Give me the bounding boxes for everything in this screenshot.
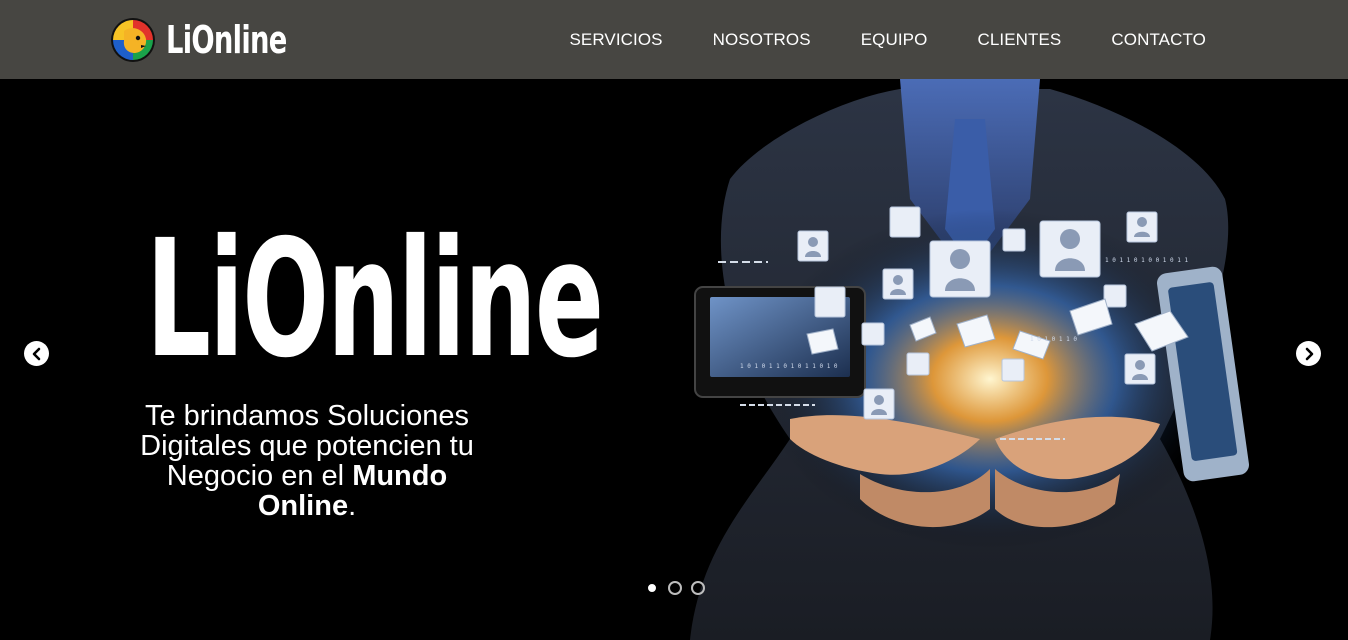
- slider-dot-3[interactable]: [691, 581, 705, 595]
- lion-head-logo-icon: [111, 18, 155, 62]
- slider-prev-button[interactable]: [24, 341, 49, 366]
- logo[interactable]: LiOnline: [110, 16, 333, 64]
- chevron-left-icon: [32, 347, 40, 360]
- svg-text:1 0 1 0 1 1 0 1 0 1 1 0 1 0: 1 0 1 0 1 1 0 1 0 1 1 0 1 0: [740, 363, 838, 370]
- chevron-right-icon: [1305, 347, 1313, 360]
- nav-item-nosotros[interactable]: NOSOTROS: [713, 30, 811, 50]
- hero-illustration: 1 0 1 0 1 1 0 1 0 1 1 0 1 0 1 0 1 1 0 1 …: [690, 79, 1249, 640]
- hero-slider: 1 0 1 0 1 1 0 1 0 1 1 0 1 0 1 0 1 1 0 1 …: [0, 79, 1348, 640]
- hero-brand-title: LiOnline: [146, 206, 604, 394]
- tagline-bold-2: Online: [257, 490, 349, 522]
- hero-tagline: Te brindamos Soluciones Digitales que po…: [107, 401, 507, 521]
- tagline-line-1: Te brindamos Soluciones: [144, 400, 469, 432]
- nav-item-servicios[interactable]: SERVICIOS: [569, 30, 662, 50]
- slider-dot-1[interactable]: [645, 581, 659, 595]
- slider-pagination: [645, 581, 705, 595]
- svg-text:1 0 1 1 0 1 0 0 1 0 1 1: 1 0 1 1 0 1 0 0 1 0 1 1: [1105, 257, 1188, 264]
- site-header: LiOnline SERVICIOS NOSOTROS EQUIPO CLIEN…: [0, 0, 1348, 79]
- nav-item-clientes[interactable]: CLIENTES: [977, 30, 1061, 50]
- svg-text:1 0 1 0 1 1 0: 1 0 1 0 1 1 0: [1030, 336, 1077, 343]
- tagline-line-2: Digitales que potencien tu: [140, 430, 474, 462]
- tagline-line-3: Negocio en el: [166, 460, 353, 492]
- tagline-end: .: [348, 490, 357, 522]
- main-nav: SERVICIOS NOSOTROS EQUIPO CLIENTES CONTA…: [519, 0, 1206, 79]
- tagline-bold-1: Mundo: [352, 460, 448, 492]
- logo-text: LiOnline: [166, 18, 287, 62]
- nav-item-contacto[interactable]: CONTACTO: [1111, 30, 1206, 50]
- slider-next-button[interactable]: [1296, 341, 1321, 366]
- slider-dot-2[interactable]: [668, 581, 682, 595]
- nav-item-equipo[interactable]: EQUIPO: [861, 30, 928, 50]
